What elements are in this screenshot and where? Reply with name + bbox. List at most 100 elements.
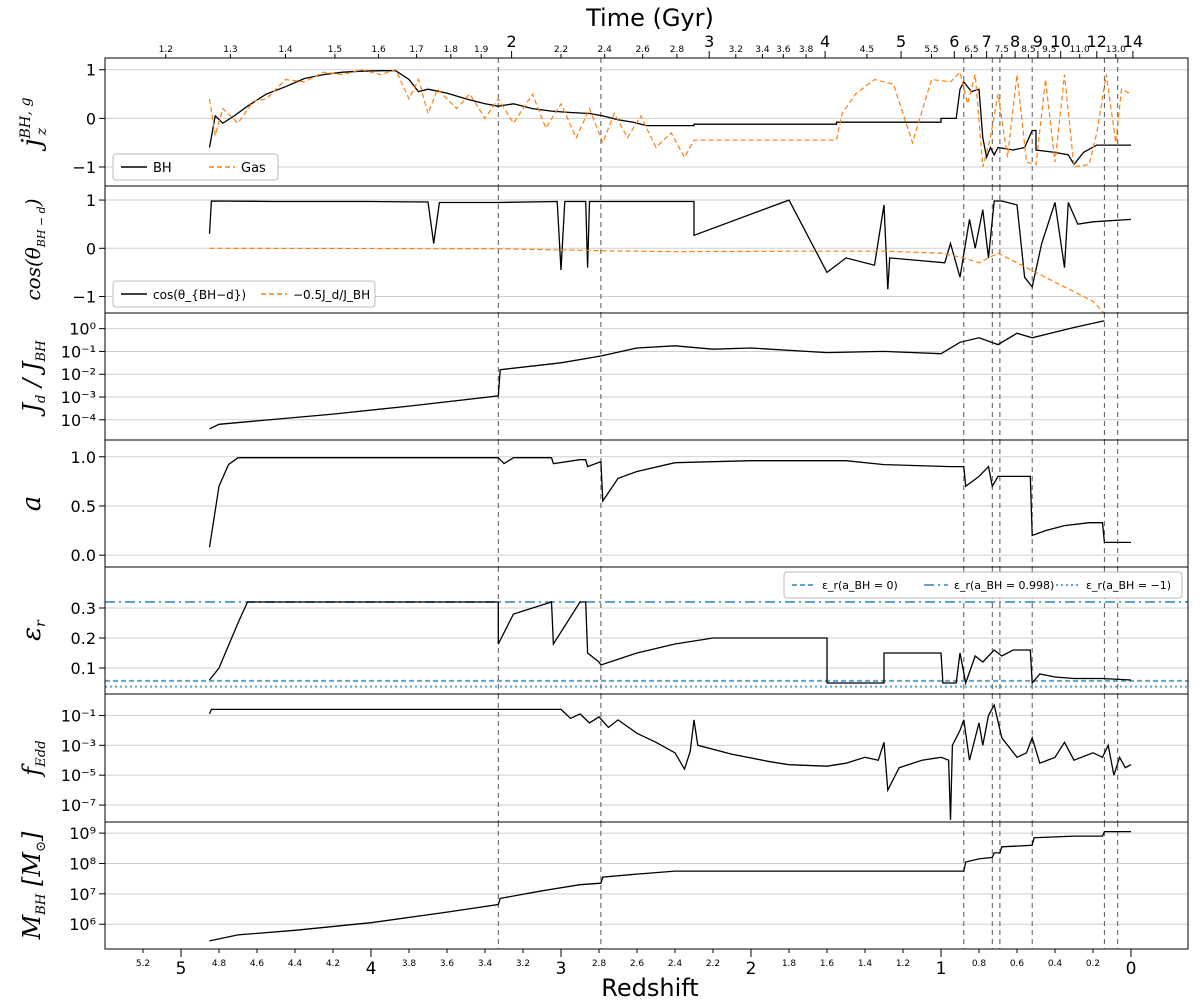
y-tick-label: 1 [86,61,96,80]
y-tick-label: 1.0 [71,448,96,467]
panel-eddington_ratio: 10⁻⁷ 10⁻⁵ 10⁻³ 10⁻¹ fEdd [18,693,1189,823]
y-tick-label: 0.0 [71,546,96,565]
series-line-angular_momentum_ratio-0 [209,320,1105,430]
y-tick-label: 0.5 [71,497,96,516]
y-tick-label: 1 [86,191,96,210]
panel-frame [104,693,1189,823]
top-tick-label: 6.5 [964,45,978,55]
x-minor-tick-label: 0.4 [1048,959,1063,969]
x-minor-tick-label: 4.4 [288,959,303,969]
top-tick-label: 1.3 [223,45,237,55]
y-tick-label: 10⁻¹ [61,342,96,361]
legend-label: ε_r(a_BH = 0.998) [954,579,1054,592]
legend-label: ε_r(a_BH = 0) [822,579,898,592]
top-tick-label: 12 [1087,32,1107,51]
top-tick-label: 1.5 [328,45,342,55]
x-major-tick-label: 2 [746,959,757,979]
panel-spin: 0.0 0.5 1.0 a [17,439,1189,568]
y-tick-label: −1 [72,288,96,307]
legend-label: ε_r(a_BH = −1) [1086,579,1171,592]
y-axis-label: cos(θBH − d) [21,198,48,300]
x-minor-tick-label: 3.8 [402,959,417,969]
x-major-tick-label: 0 [1126,959,1137,979]
x-minor-tick-label: 0.6 [1010,959,1025,969]
legend-alignment: cos(θ_{BH−d}) −0.5J_d/J_BH [112,280,376,308]
legend-spin_direction: BH Gas [112,153,279,181]
top-tick-label: 3.8 [799,45,814,55]
y-axis-label: jBH, gz [17,97,50,151]
top-tick-label: 1.2 [159,45,173,55]
x-minor-tick-label: 5.2 [136,959,150,969]
y-axis-label: fEdd [18,740,49,777]
top-tick-label: 2.2 [554,45,568,55]
top-tick-label: 4 [820,32,830,51]
x-minor-tick-label: 4.2 [326,959,340,969]
x-major-tick-label: 5 [176,959,187,979]
top-tick-label: 1.6 [371,45,386,55]
top-time-axis: 1.2 1.3 1.4 1.5 1.6 1.7 1.8 1.9 2 2.2 2.4 2.6 2.8 3 3.… [159,32,1143,58]
panels: −1 0 1 jBH, gz BH Gas −1 0 1 cos(θBH − d) cos(θ_{B… [17,57,1189,950]
y-tick-label: 0 [86,109,96,128]
top-tick-label: 3 [704,32,714,51]
y-tick-label: 10⁻³ [61,388,96,407]
y-tick-label: 10⁷ [69,885,96,904]
top-tick-label: 1.7 [409,45,423,55]
y-tick-label: 10⁻⁷ [61,796,96,815]
y-tick-label: 10⁻² [61,365,96,384]
legend-label: −0.5J_d/J_BH [293,288,370,302]
top-tick-label: 2.8 [670,45,685,55]
figure: Time (Gyr) Redshift 1.2 1.3 1.4 1.5 1.6 1.7 1.… [17,4,1189,1001]
panel-spin_direction: −1 0 1 jBH, gz BH Gas [17,57,1189,187]
x-minor-tick-label: 3.6 [440,959,455,969]
y-tick-label: 10⁻¹ [61,706,96,725]
bottom-axis-title: Redshift [601,974,698,1001]
top-tick-label: 4.5 [860,45,874,55]
top-tick-label: 3.2 [729,45,743,55]
x-minor-tick-label: 0.8 [972,959,987,969]
x-minor-tick-label: 2.6 [630,959,645,969]
y-tick-label: 0.3 [71,599,96,618]
top-tick-label: 6 [949,32,959,51]
y-axis-label: a [17,496,47,512]
x-minor-tick-label: 4.6 [250,959,265,969]
series-group [209,320,1105,430]
x-major-tick-label: 3 [556,959,567,979]
y-tick-label: 10⁻³ [61,736,96,755]
top-tick-label: 1.9 [474,45,489,55]
top-tick-label: 14 [1123,32,1143,51]
x-major-tick-label: 4 [366,959,377,979]
top-tick-label: 7.5 [995,45,1009,55]
top-tick-label: 8 [1010,32,1020,51]
y-tick-label: 0.1 [71,659,96,678]
y-tick-label: 10⁹ [69,824,96,843]
top-tick-label: 3.4 [755,45,770,55]
panel-frame [104,439,1189,568]
panel-radiative_efficiency: 0.1 0.2 0.3 εr ε_r(a_BH = 0) ε_r(a_BH = 0.998… [17,566,1189,695]
x-minor-tick-label: 3.4 [478,959,493,969]
x-minor-tick-label: 1.4 [858,959,873,969]
top-tick-label: 1.8 [444,45,459,55]
x-minor-tick-label: 0.2 [1086,959,1100,969]
y-tick-label: 10⁻⁵ [61,766,96,785]
x-minor-tick-label: 1.6 [820,959,835,969]
y-tick-label: 10⁶ [69,915,96,934]
legend-radiative_efficiency: ε_r(a_BH = 0) ε_r(a_BH = 0.998) ε_r(a_BH =… [783,571,1183,599]
x-minor-tick-label: 3.2 [516,959,530,969]
top-tick-label: 3.6 [776,45,791,55]
legend-label: BH [153,161,172,176]
y-axis-label: MBH [M⊙] [18,831,49,940]
y-axis-label: Jd / JBH [18,340,49,418]
top-axis-title: Time (Gyr) [585,4,714,32]
y-tick-label: 10⁸ [69,854,96,873]
x-minor-tick-label: 1.2 [896,959,910,969]
y-tick-label: 0.2 [71,629,96,648]
panel-frame [104,312,1189,441]
x-minor-tick-label: 1.8 [782,959,797,969]
top-tick-label: 2 [507,32,517,51]
y-tick-label: 0 [86,239,96,258]
top-tick-label: 2.4 [598,45,613,55]
legend-label: cos(θ_{BH−d}) [153,288,246,302]
panel-alignment: −1 0 1 cos(θBH − d) cos(θ_{BH−d}) −0.5J_d/J_B… [21,185,1189,314]
y-axis-label: εr [17,619,49,641]
legend-label: Gas [241,161,266,176]
